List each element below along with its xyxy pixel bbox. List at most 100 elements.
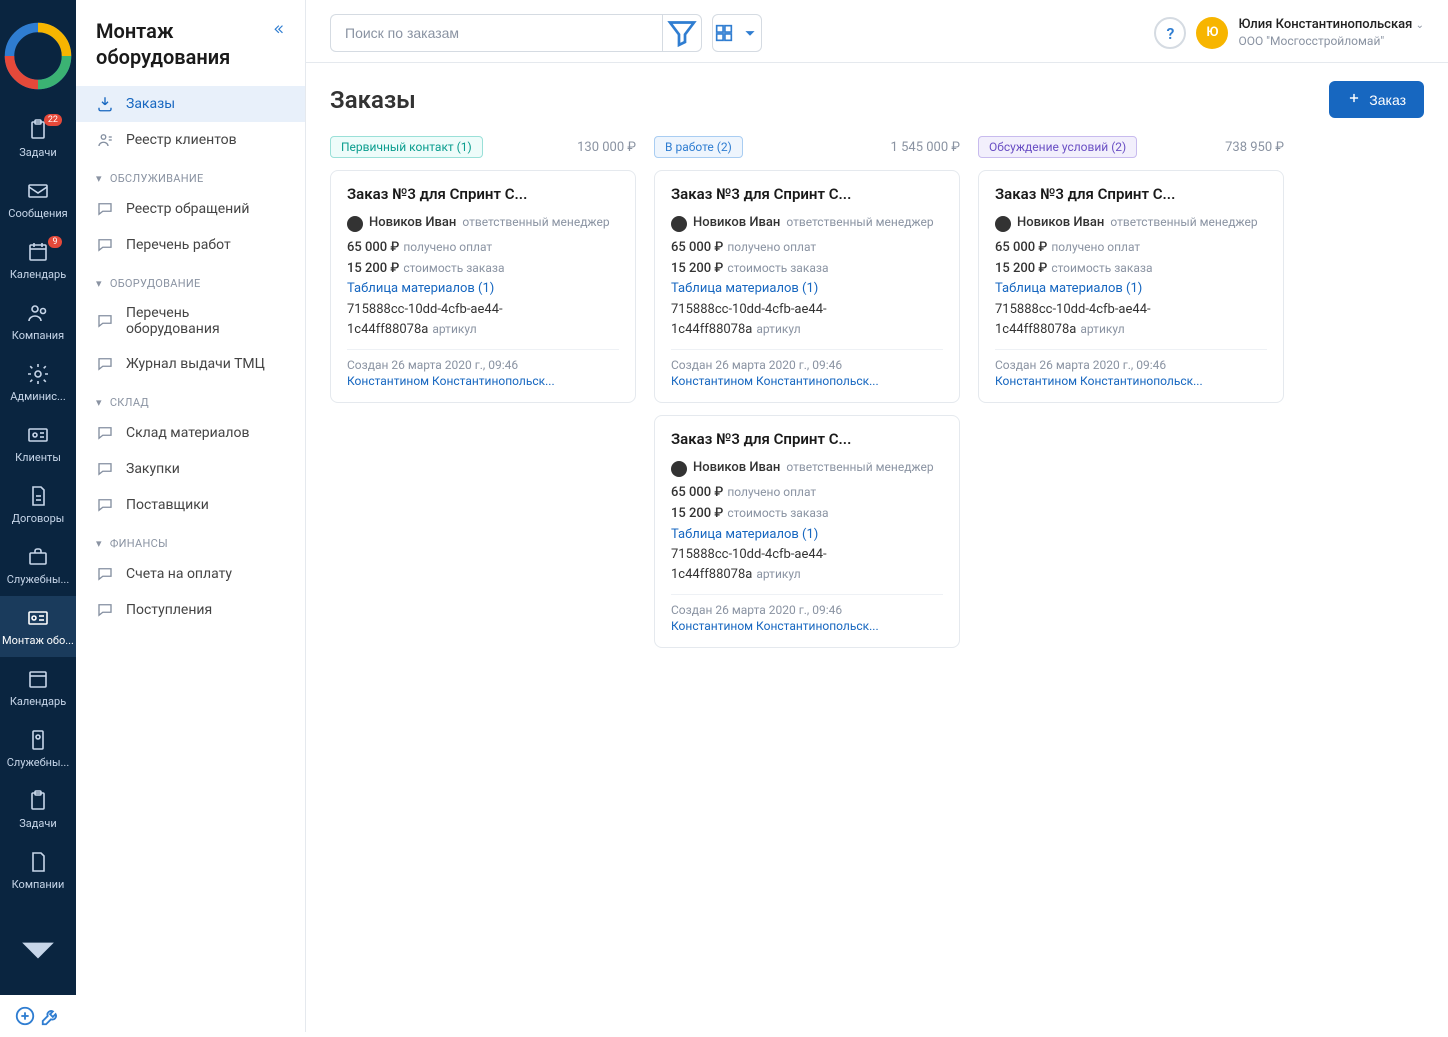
nav-label: Счета на оплату (126, 566, 232, 582)
manager-avatar (995, 216, 1011, 232)
author-link[interactable]: Константином Константинопольск... (995, 374, 1267, 388)
rail-item-contracts[interactable]: Договоры (0, 474, 76, 535)
wrench-icon[interactable] (40, 1005, 62, 1027)
column-status-tag[interactable]: Первичный контакт (1) (330, 136, 483, 158)
nav-suppliers[interactable]: Поставщики (76, 487, 305, 523)
nav-label: Поставщики (126, 497, 209, 513)
rail-item-companies[interactable]: Компании (0, 840, 76, 901)
add-icon[interactable] (14, 1005, 36, 1027)
nav-materials-stock[interactable]: Склад материалов (76, 415, 305, 451)
collapse-sidebar-button[interactable] (271, 18, 285, 40)
order-card[interactable]: Заказ №3 для Спринт С...Новиков Иван отв… (654, 415, 960, 648)
rail-item-installation[interactable]: Монтаж обо... (0, 596, 76, 657)
user-org: ООО "Мосгосстройломай" (1238, 34, 1424, 50)
chat-icon (96, 200, 114, 218)
user-menu[interactable]: Ю Юлия Константинопольская ⌄ ООО "Мосгос… (1196, 17, 1424, 49)
view-toggle-button[interactable] (712, 14, 762, 52)
sku: 715888cc-10dd-4cfb-ae44-1c44ff88078a (347, 302, 503, 337)
people-icon (26, 301, 50, 325)
nav-purchases[interactable]: Закупки (76, 451, 305, 487)
nav-group-equipment[interactable]: ▾ОБОРУДОВАНИЕ (76, 263, 305, 296)
materials-link[interactable]: Таблица материалов (1) (671, 525, 943, 546)
manager-name: Новиков Иван (369, 213, 456, 234)
paid-label: получено оплат (1051, 240, 1140, 254)
paid-amount: 65 000 ₽ (347, 240, 399, 255)
rail-item-admin[interactable]: Админис... (0, 352, 76, 413)
author-link[interactable]: Константином Константинопольск... (671, 619, 943, 633)
nav-receipts[interactable]: Поступления (76, 592, 305, 628)
rail-item-messages[interactable]: Сообщения (0, 169, 76, 230)
rail-item-tasks[interactable]: 22 Задачи (0, 108, 76, 169)
nav-group-warehouse[interactable]: ▾СКЛАД (76, 382, 305, 415)
sku: 715888cc-10dd-4cfb-ae44-1c44ff88078a (671, 547, 827, 582)
nav-group-service[interactable]: ▾ОБСЛУЖИВАНИЕ (76, 158, 305, 191)
materials-link[interactable]: Таблица материалов (1) (995, 279, 1267, 300)
group-title: ОБСЛУЖИВАНИЕ (110, 172, 204, 185)
nav-issuance-log[interactable]: Журнал выдачи ТМЦ (76, 346, 305, 382)
badge: 9 (48, 236, 62, 248)
column-status-tag[interactable]: Обсуждение условий (2) (978, 136, 1137, 158)
rail-label: Договоры (12, 512, 65, 525)
rail-label: Задачи (19, 817, 56, 830)
author-link[interactable]: Константином Константинопольск... (347, 374, 619, 388)
nav-equipment-list[interactable]: Перечень оборудования (76, 296, 305, 346)
document-icon (26, 484, 50, 508)
rail-item-service2[interactable]: Служебны... (0, 718, 76, 779)
materials-link[interactable]: Таблица материалов (1) (347, 279, 619, 300)
rail-more-toggle[interactable] (0, 903, 76, 995)
paid-amount: 65 000 ₽ (995, 240, 1047, 255)
author-link[interactable]: Константином Константинопольск... (671, 374, 943, 388)
rail-item-calendar[interactable]: 9 Календарь (0, 230, 76, 291)
rail-label: Сообщения (8, 207, 67, 220)
download-icon (96, 95, 114, 113)
nav-invoices[interactable]: Счета на оплату (76, 556, 305, 592)
new-order-button[interactable]: Заказ (1329, 81, 1424, 118)
rail-item-calendar2[interactable]: Календарь (0, 657, 76, 718)
column-amount: 1 545 000 ₽ (891, 140, 960, 155)
chat-icon (96, 312, 114, 330)
search-input[interactable] (330, 14, 662, 52)
created-text: Создан 26 марта 2020 г., 09:46 (995, 358, 1166, 372)
chevron-down-icon: ▾ (96, 537, 102, 550)
cost-label: стоимость заказа (727, 261, 828, 275)
chat-icon (96, 460, 114, 478)
sku-label: артикул (756, 567, 800, 581)
rail-item-clients[interactable]: Клиенты (0, 413, 76, 474)
paid-amount: 65 000 ₽ (671, 485, 723, 500)
order-card[interactable]: Заказ №3 для Спринт С...Новиков Иван отв… (654, 170, 960, 403)
help-button[interactable]: ? (1154, 17, 1186, 49)
cost-label: стоимость заказа (403, 261, 504, 275)
calendar-icon (26, 240, 50, 264)
rail-item-company[interactable]: Компания (0, 291, 76, 352)
rail-label: Календарь (10, 695, 66, 708)
filter-button[interactable] (662, 14, 702, 52)
manager-name: Новиков Иван (693, 458, 780, 479)
materials-link[interactable]: Таблица материалов (1) (671, 279, 943, 300)
rail-label: Календарь (10, 268, 66, 281)
nav-group-finance[interactable]: ▾ФИНАНСЫ (76, 523, 305, 556)
chat-icon (96, 236, 114, 254)
nav-label: Журнал выдачи ТМЦ (126, 356, 265, 372)
cost-label: стоимость заказа (1051, 261, 1152, 275)
paid-label: получено оплат (403, 240, 492, 254)
sku-label: артикул (432, 322, 476, 336)
nav-works-list[interactable]: Перечень работ (76, 227, 305, 263)
nav-clients-registry[interactable]: Реестр клиентов (76, 122, 305, 158)
card-title: Заказ №3 для Спринт С... (671, 430, 943, 448)
clipboard-icon (26, 789, 50, 813)
order-card[interactable]: Заказ №3 для Спринт С...Новиков Иван отв… (330, 170, 636, 403)
nav-orders[interactable]: Заказы (76, 86, 305, 122)
column-status-tag[interactable]: В работе (2) (654, 136, 743, 158)
chevron-down-icon: ▾ (96, 277, 102, 290)
order-card[interactable]: Заказ №3 для Спринт С...Новиков Иван отв… (978, 170, 1284, 403)
nav-requests-registry[interactable]: Реестр обращений (76, 191, 305, 227)
rail-label: Компания (12, 329, 64, 342)
rail-item-tasks2[interactable]: Задачи (0, 779, 76, 840)
cost-amount: 15 200 ₽ (995, 261, 1047, 276)
manager-avatar (671, 216, 687, 232)
badge-icon (26, 728, 50, 752)
chevron-down-icon: ⌄ (1416, 20, 1424, 31)
paid-amount: 65 000 ₽ (671, 240, 723, 255)
rail-item-service1[interactable]: Служебны... (0, 535, 76, 596)
sku: 715888cc-10dd-4cfb-ae44-1c44ff88078a (995, 302, 1151, 337)
